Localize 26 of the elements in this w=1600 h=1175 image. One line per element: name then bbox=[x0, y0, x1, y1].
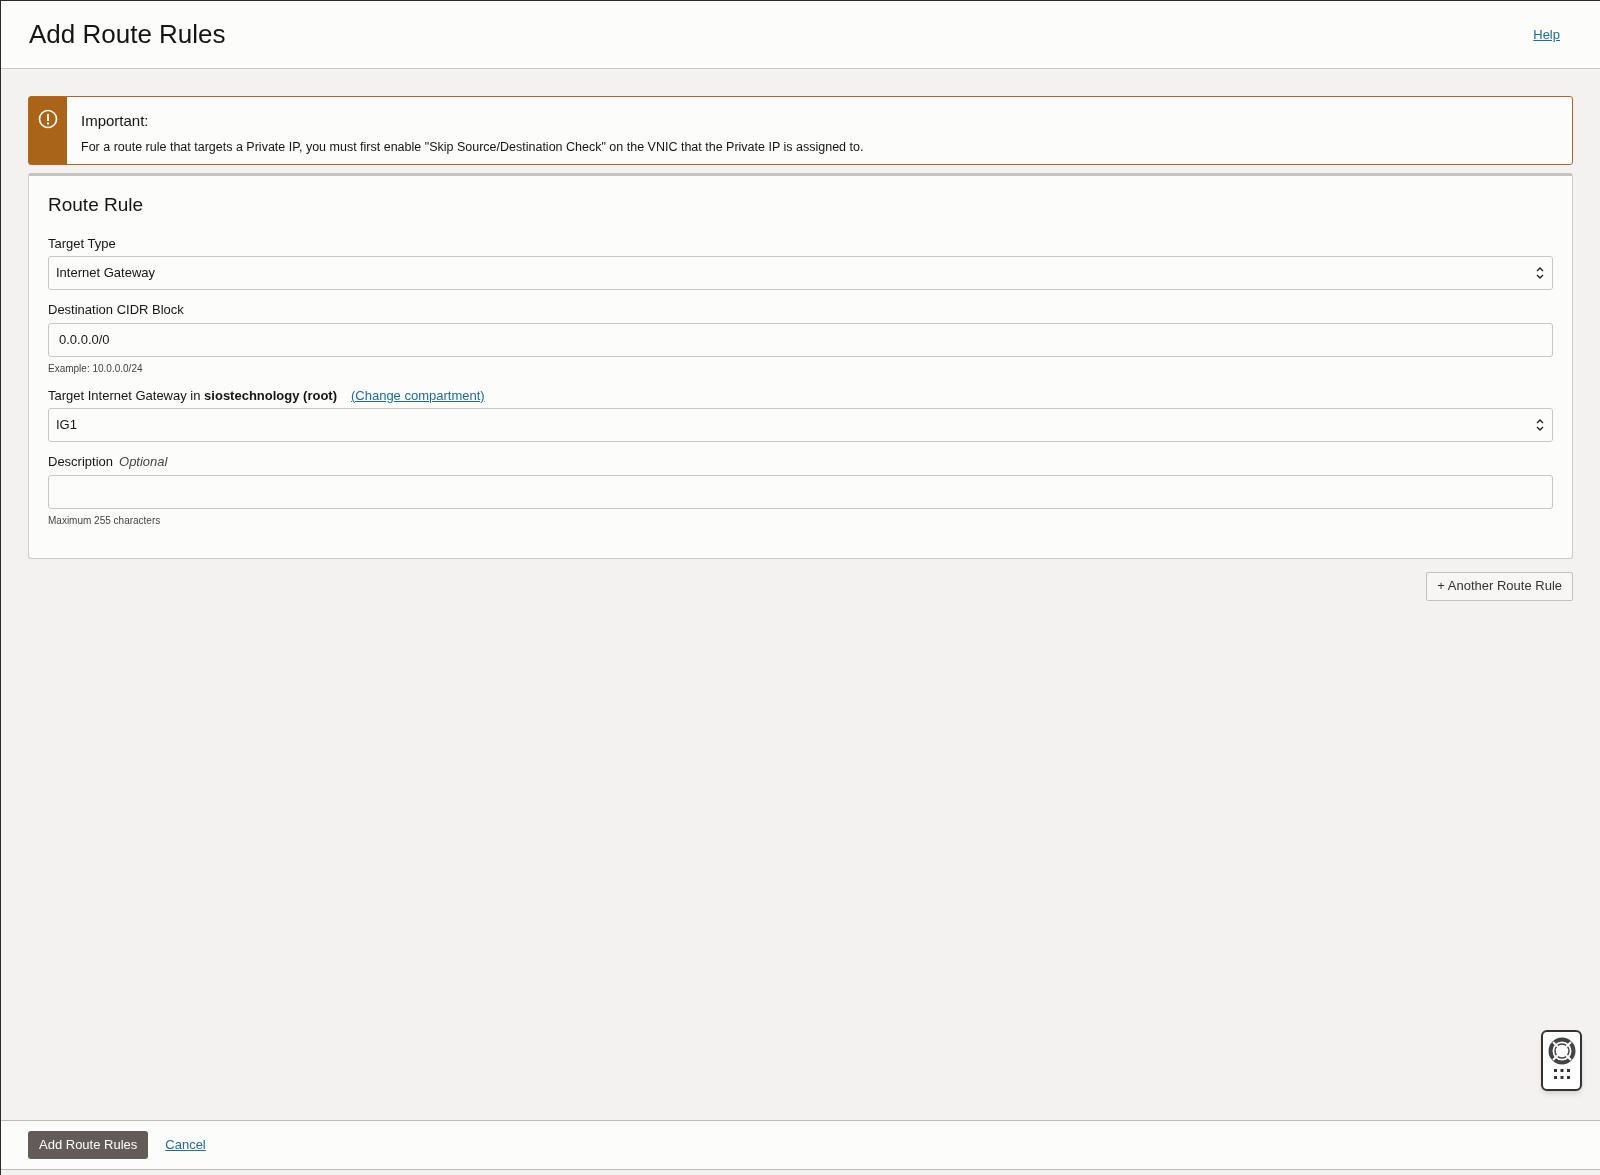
section-title: Route Rule bbox=[48, 193, 145, 217]
field-label: Description bbox=[48, 453, 114, 471]
chevron-updown-icon bbox=[1535, 265, 1545, 281]
field-label: Destination CIDR Block bbox=[48, 301, 184, 319]
warning-icon bbox=[38, 109, 58, 129]
page-title: Add Route Rules bbox=[29, 18, 226, 51]
alert-message: For a route rule that targets a Private IP, you must first enable "Skip Source/Destination Check" on the VNIC that the Private IP is assigned to. bbox=[81, 138, 864, 156]
select-field[interactable]: Internet Gateway bbox=[48, 256, 1553, 290]
add-another-rule-button[interactable]: + Another Route Rule bbox=[1426, 571, 1573, 601]
optional-label: Optional bbox=[119, 453, 168, 471]
cancel-link[interactable]: Cancel bbox=[165, 1135, 206, 1155]
alert-title: Important: bbox=[81, 111, 150, 131]
change-compartment-link[interactable]: (Change compartment) bbox=[351, 385, 485, 405]
input-field[interactable]: 0.0.0.0/0 bbox=[48, 322, 1553, 357]
lifebuoy-icon bbox=[1547, 1037, 1576, 1065]
select-field[interactable]: IG1 bbox=[48, 408, 1553, 442]
field-label: Target Internet Gateway in siostechnology (root) bbox=[48, 386, 337, 405]
help-link[interactable]: Help bbox=[1533, 24, 1560, 45]
help-widget-button[interactable] bbox=[1541, 1030, 1582, 1091]
chevron-updown-icon bbox=[1535, 417, 1545, 433]
field-hint: Maximum 255 characters bbox=[48, 513, 162, 528]
input-field[interactable] bbox=[48, 474, 1553, 509]
grid-icon bbox=[1552, 1069, 1571, 1080]
field-label: Target Type bbox=[48, 234, 116, 253]
add-route-rules-button[interactable]: Add Route Rules bbox=[28, 1131, 149, 1159]
field-hint: Example: 10.0.0.0/24 bbox=[48, 361, 144, 376]
